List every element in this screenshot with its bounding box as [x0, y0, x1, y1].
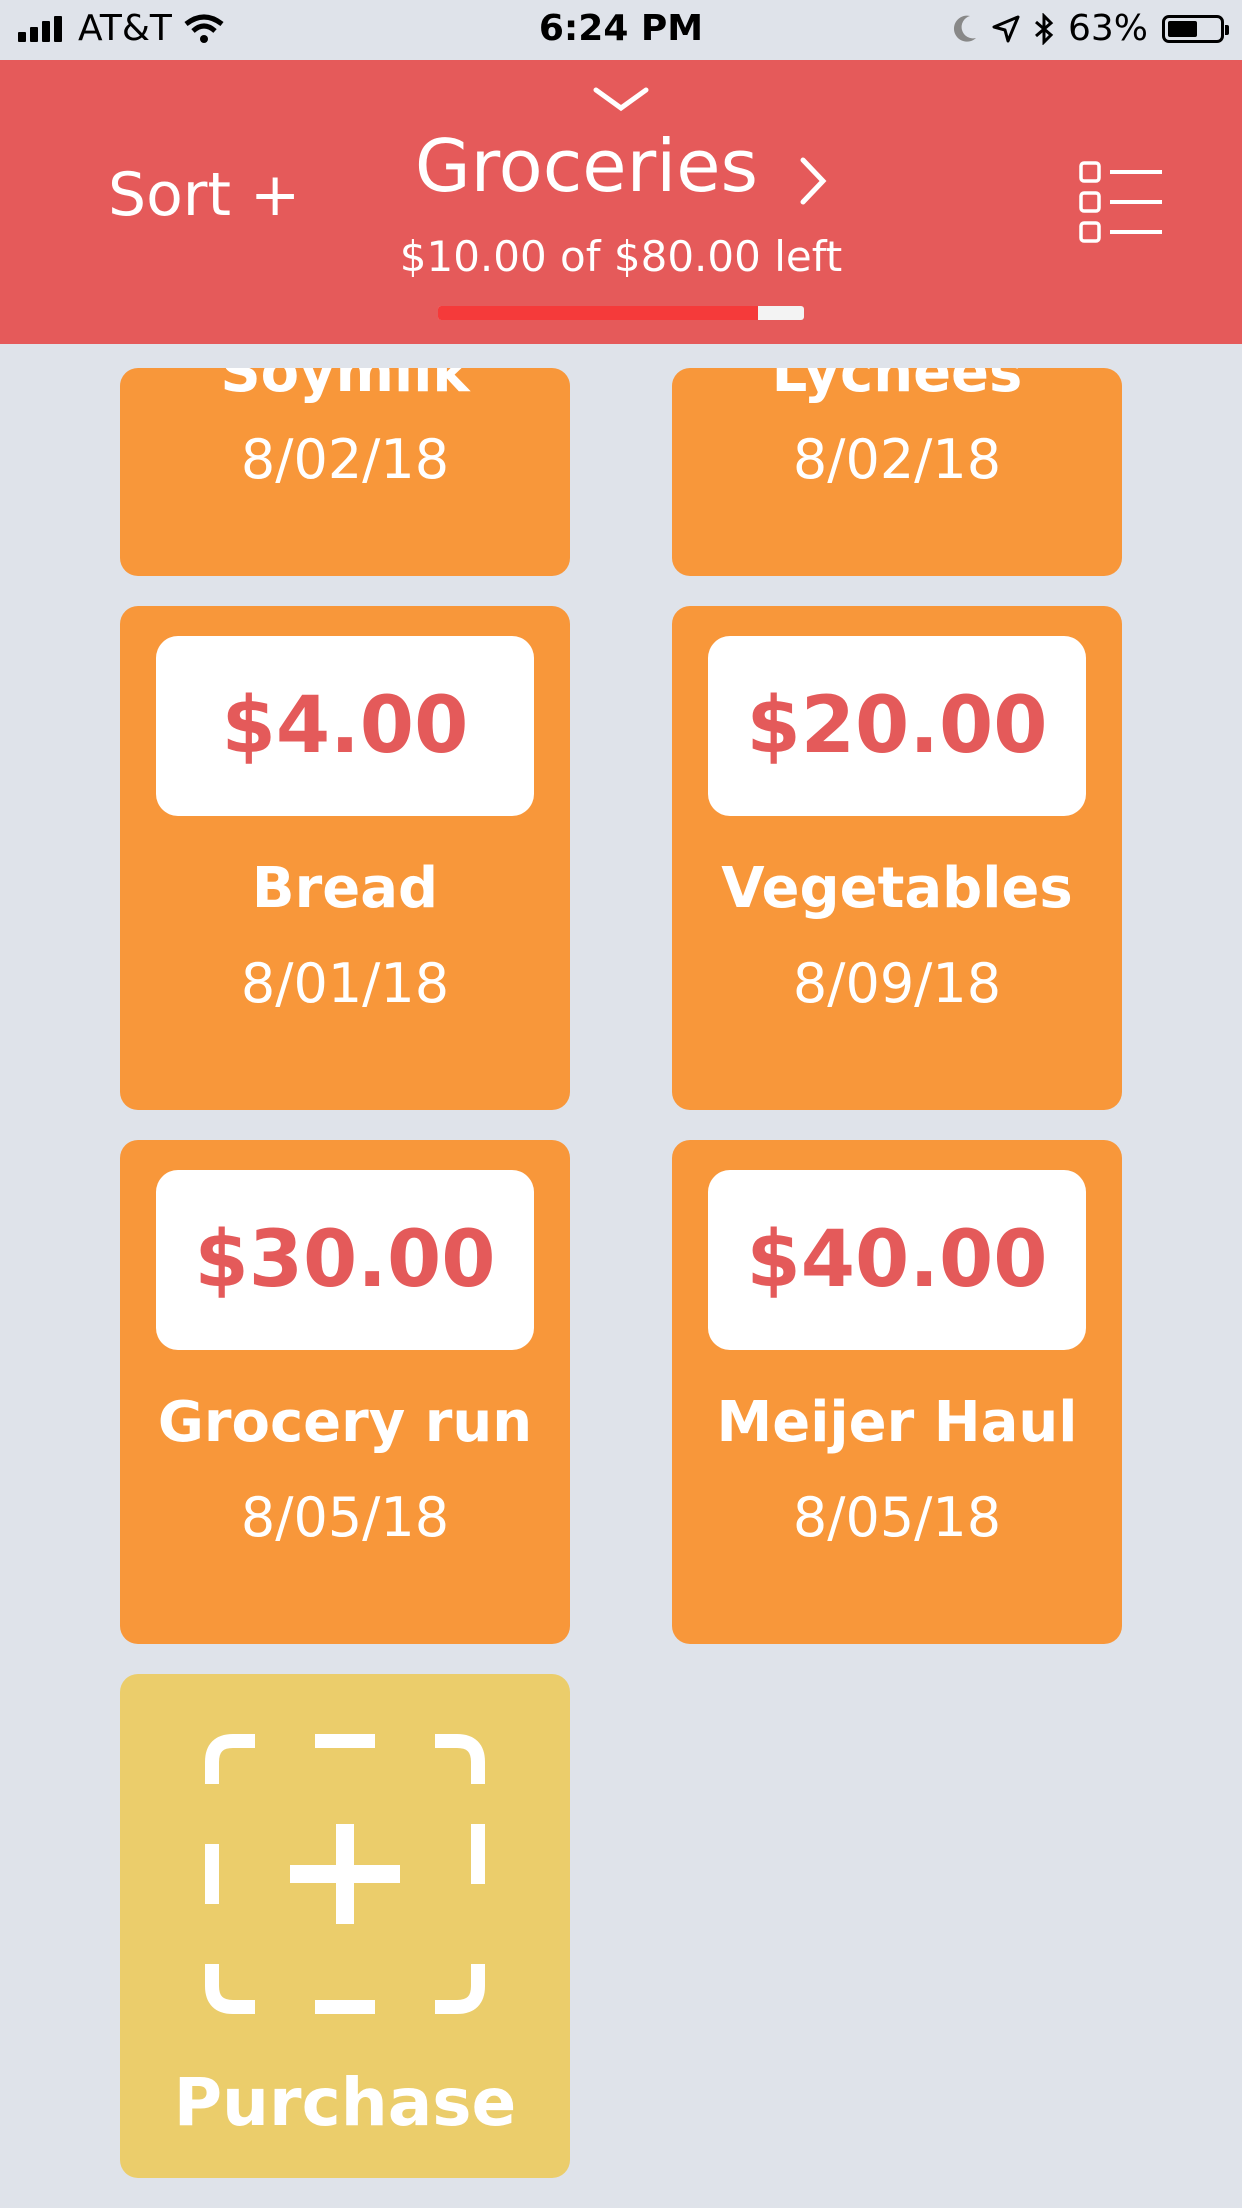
- purchase-date: 8/01/18: [240, 952, 450, 1015]
- purchase-card[interactable]: Lychees 8/02/18: [672, 368, 1122, 576]
- purchase-card[interactable]: $20.00 Vegetables 8/09/18: [672, 606, 1122, 1110]
- status-right: 63%: [952, 8, 1229, 49]
- chevron-right-icon[interactable]: [799, 156, 827, 206]
- purchases-grid: Soymilk 8/02/18 Lychees 8/02/18 $4.00 Br…: [0, 344, 1242, 2208]
- purchase-price: $40.00: [708, 1170, 1086, 1350]
- purchase-card[interactable]: $30.00 Grocery run 8/05/18: [120, 1140, 570, 1644]
- purchase-card[interactable]: $40.00 Meijer Haul 8/05/18: [672, 1140, 1122, 1644]
- purchase-name: Vegetables: [721, 856, 1073, 921]
- battery-icon: [1162, 14, 1229, 43]
- purchase-price: $20.00: [708, 636, 1086, 816]
- budget-progress-fill: [438, 306, 759, 320]
- purchase-date: 8/05/18: [792, 1486, 1002, 1549]
- add-purchase-button[interactable]: Purchase: [120, 1674, 570, 2178]
- moon-icon: [953, 15, 976, 42]
- budget-header: Sort + Groceries $10.00 of $80.00 left: [0, 60, 1242, 344]
- add-purchase-icon: [205, 1734, 485, 2014]
- purchase-name: Meijer Haul: [716, 1390, 1078, 1455]
- purchase-name: Bread: [251, 856, 439, 921]
- list-icon[interactable]: [1078, 160, 1164, 246]
- bluetooth-icon: [1035, 12, 1054, 45]
- location-icon: [992, 15, 1020, 42]
- page-title[interactable]: Groceries: [415, 124, 758, 208]
- battery-level: [1168, 20, 1198, 37]
- purchase-date: 8/02/18: [792, 428, 1002, 491]
- budget-remaining: $10.00 of $80.00 left: [399, 232, 843, 281]
- title-row[interactable]: Groceries: [0, 124, 1242, 208]
- purchase-date: 8/02/18: [240, 428, 450, 491]
- purchase-name: Soymilk: [220, 368, 470, 405]
- add-purchase-label: Purchase: [173, 2064, 517, 2141]
- status-bar: AT&T 6:24 PM 63%: [0, 0, 1242, 60]
- purchase-name: Lychees: [771, 368, 1023, 405]
- budget-progress-bar: [438, 306, 804, 320]
- purchase-name: Grocery run: [157, 1390, 533, 1455]
- purchase-price: $4.00: [156, 636, 534, 816]
- battery-percent: 63%: [1067, 8, 1148, 49]
- purchase-date: 8/09/18: [792, 952, 1002, 1015]
- purchase-card[interactable]: Soymilk 8/02/18: [120, 368, 570, 576]
- purchase-price: $30.00: [156, 1170, 534, 1350]
- purchase-card[interactable]: $4.00 Bread 8/01/18: [120, 606, 570, 1110]
- purchase-date: 8/05/18: [240, 1486, 450, 1549]
- chevron-down-icon[interactable]: [593, 86, 649, 114]
